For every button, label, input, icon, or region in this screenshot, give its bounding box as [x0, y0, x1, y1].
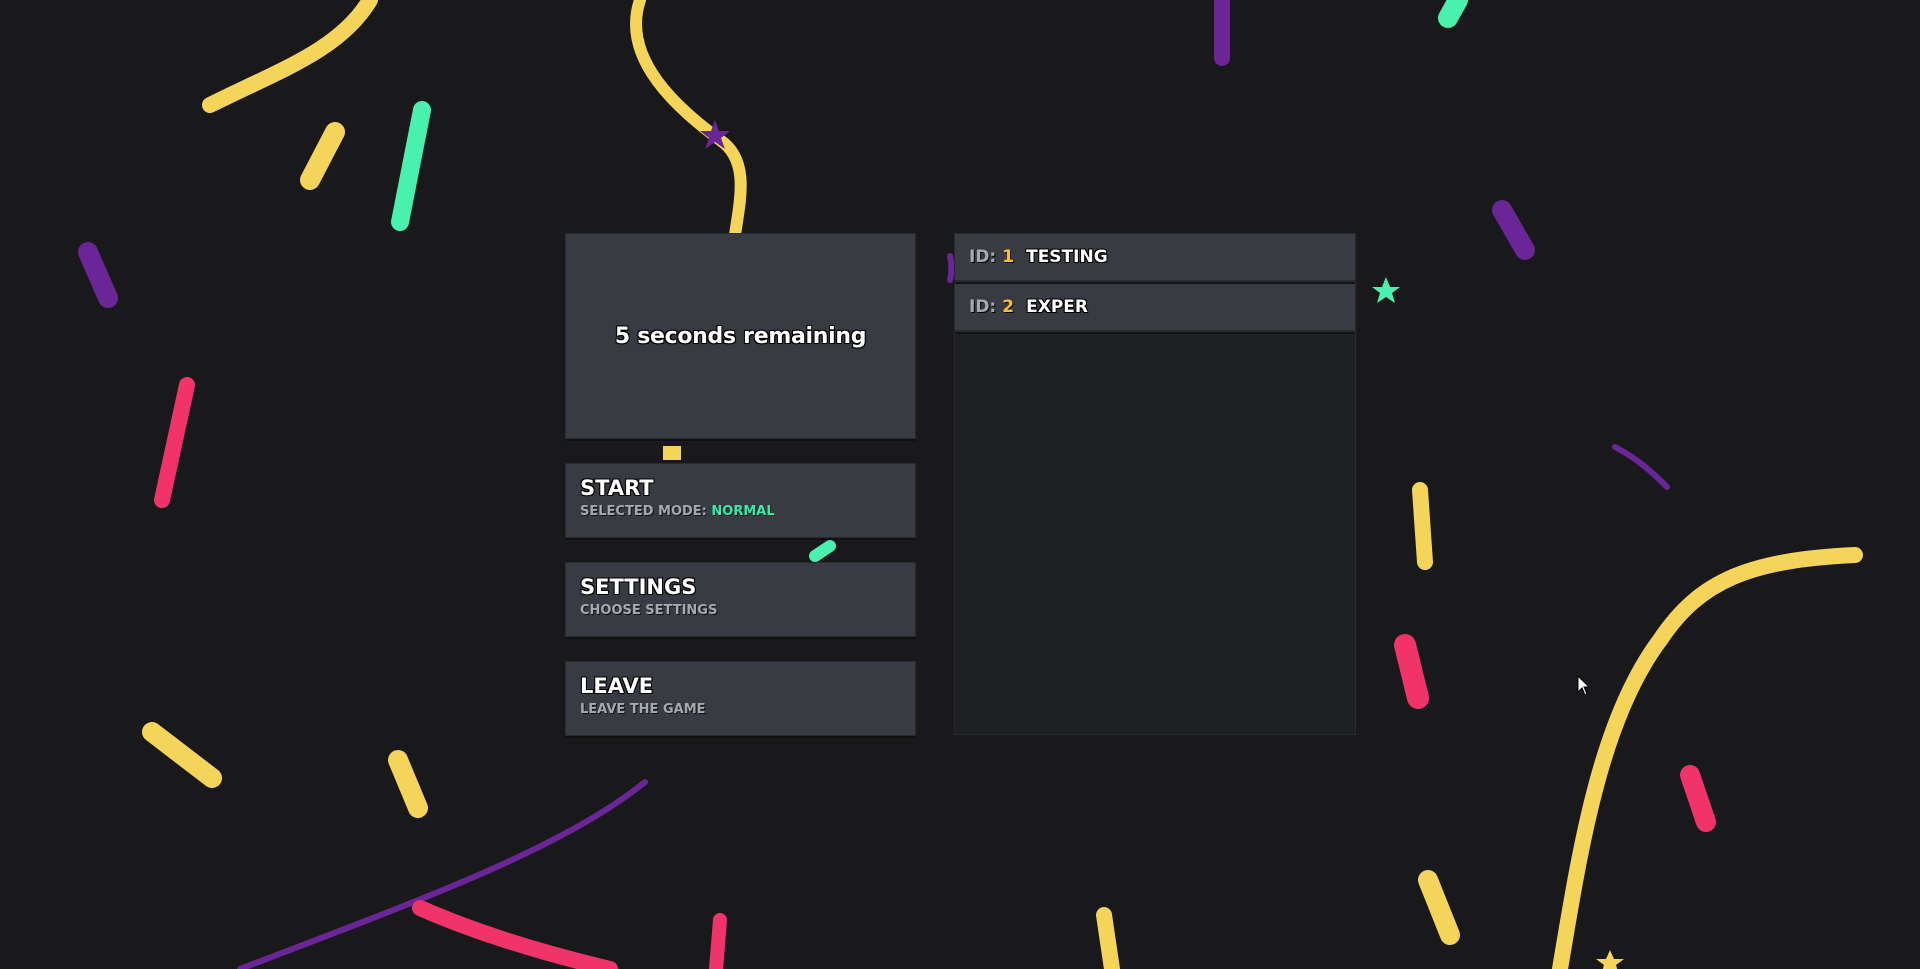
player-row: ID: 2 EXPER	[955, 284, 1355, 332]
selected-mode-line: SELECTED MODE: NORMAL	[580, 503, 901, 521]
confetti-ribbon	[947, 253, 955, 283]
confetti-ribbon	[237, 779, 648, 969]
confetti-ribbon	[1552, 547, 1863, 969]
lobby-screen: 5 seconds remaining START SELECTED MODE:…	[0, 0, 1920, 969]
confetti-strip	[78, 242, 118, 308]
selected-mode-value: NORMAL	[711, 504, 775, 519]
confetti-strip	[1412, 482, 1433, 570]
player-id-label: ID:	[969, 247, 997, 267]
start-title: START	[580, 476, 654, 500]
confetti-strip	[1394, 634, 1429, 709]
confetti-strip	[1418, 870, 1460, 945]
players-list: ID: 1 TESTING ID: 2 EXPER	[954, 233, 1356, 735]
star-icon	[1372, 277, 1400, 303]
confetti-ribbon	[202, 0, 378, 113]
star-icon	[1596, 950, 1624, 969]
start-button[interactable]: START SELECTED MODE: NORMAL	[565, 463, 916, 538]
confetti-square	[663, 446, 681, 460]
confetti-strip	[709, 913, 727, 969]
confetti-strip	[1438, 0, 1468, 28]
confetti-strip	[388, 750, 428, 818]
settings-title: SETTINGS	[580, 575, 697, 599]
confetti-strip	[154, 377, 195, 508]
player-id-value: 2	[1002, 297, 1015, 317]
confetti-ribbon	[630, 0, 747, 241]
settings-button[interactable]: SETTINGS CHOOSE SETTINGS	[565, 562, 916, 637]
countdown-panel: 5 seconds remaining	[565, 233, 916, 439]
settings-subtitle: CHOOSE SETTINGS	[580, 603, 718, 618]
confetti-strip	[1492, 200, 1535, 260]
confetti-strip	[300, 122, 345, 190]
leave-subtitle: LEAVE THE GAME	[580, 702, 706, 717]
leave-button[interactable]: LEAVE LEAVE THE GAME	[565, 661, 916, 736]
confetti-strip	[1096, 907, 1120, 969]
leave-title: LEAVE	[580, 674, 654, 698]
confetti-strip	[809, 540, 836, 562]
confetti-strip	[1680, 765, 1716, 832]
player-name: EXPER	[1026, 297, 1088, 317]
countdown-text: 5 seconds remaining	[614, 323, 867, 349]
confetti-strip	[142, 722, 222, 788]
confetti-ribbon	[412, 900, 618, 969]
player-name: TESTING	[1026, 247, 1108, 267]
mouse-cursor-icon	[1577, 675, 1591, 696]
player-id-label: ID:	[969, 297, 997, 317]
confetti-strip	[391, 101, 431, 231]
confetti-ribbon	[1612, 444, 1670, 490]
player-id-value: 1	[1002, 247, 1015, 267]
player-row: ID: 1 TESTING	[955, 234, 1355, 282]
selected-mode-label: SELECTED MODE:	[580, 504, 707, 519]
